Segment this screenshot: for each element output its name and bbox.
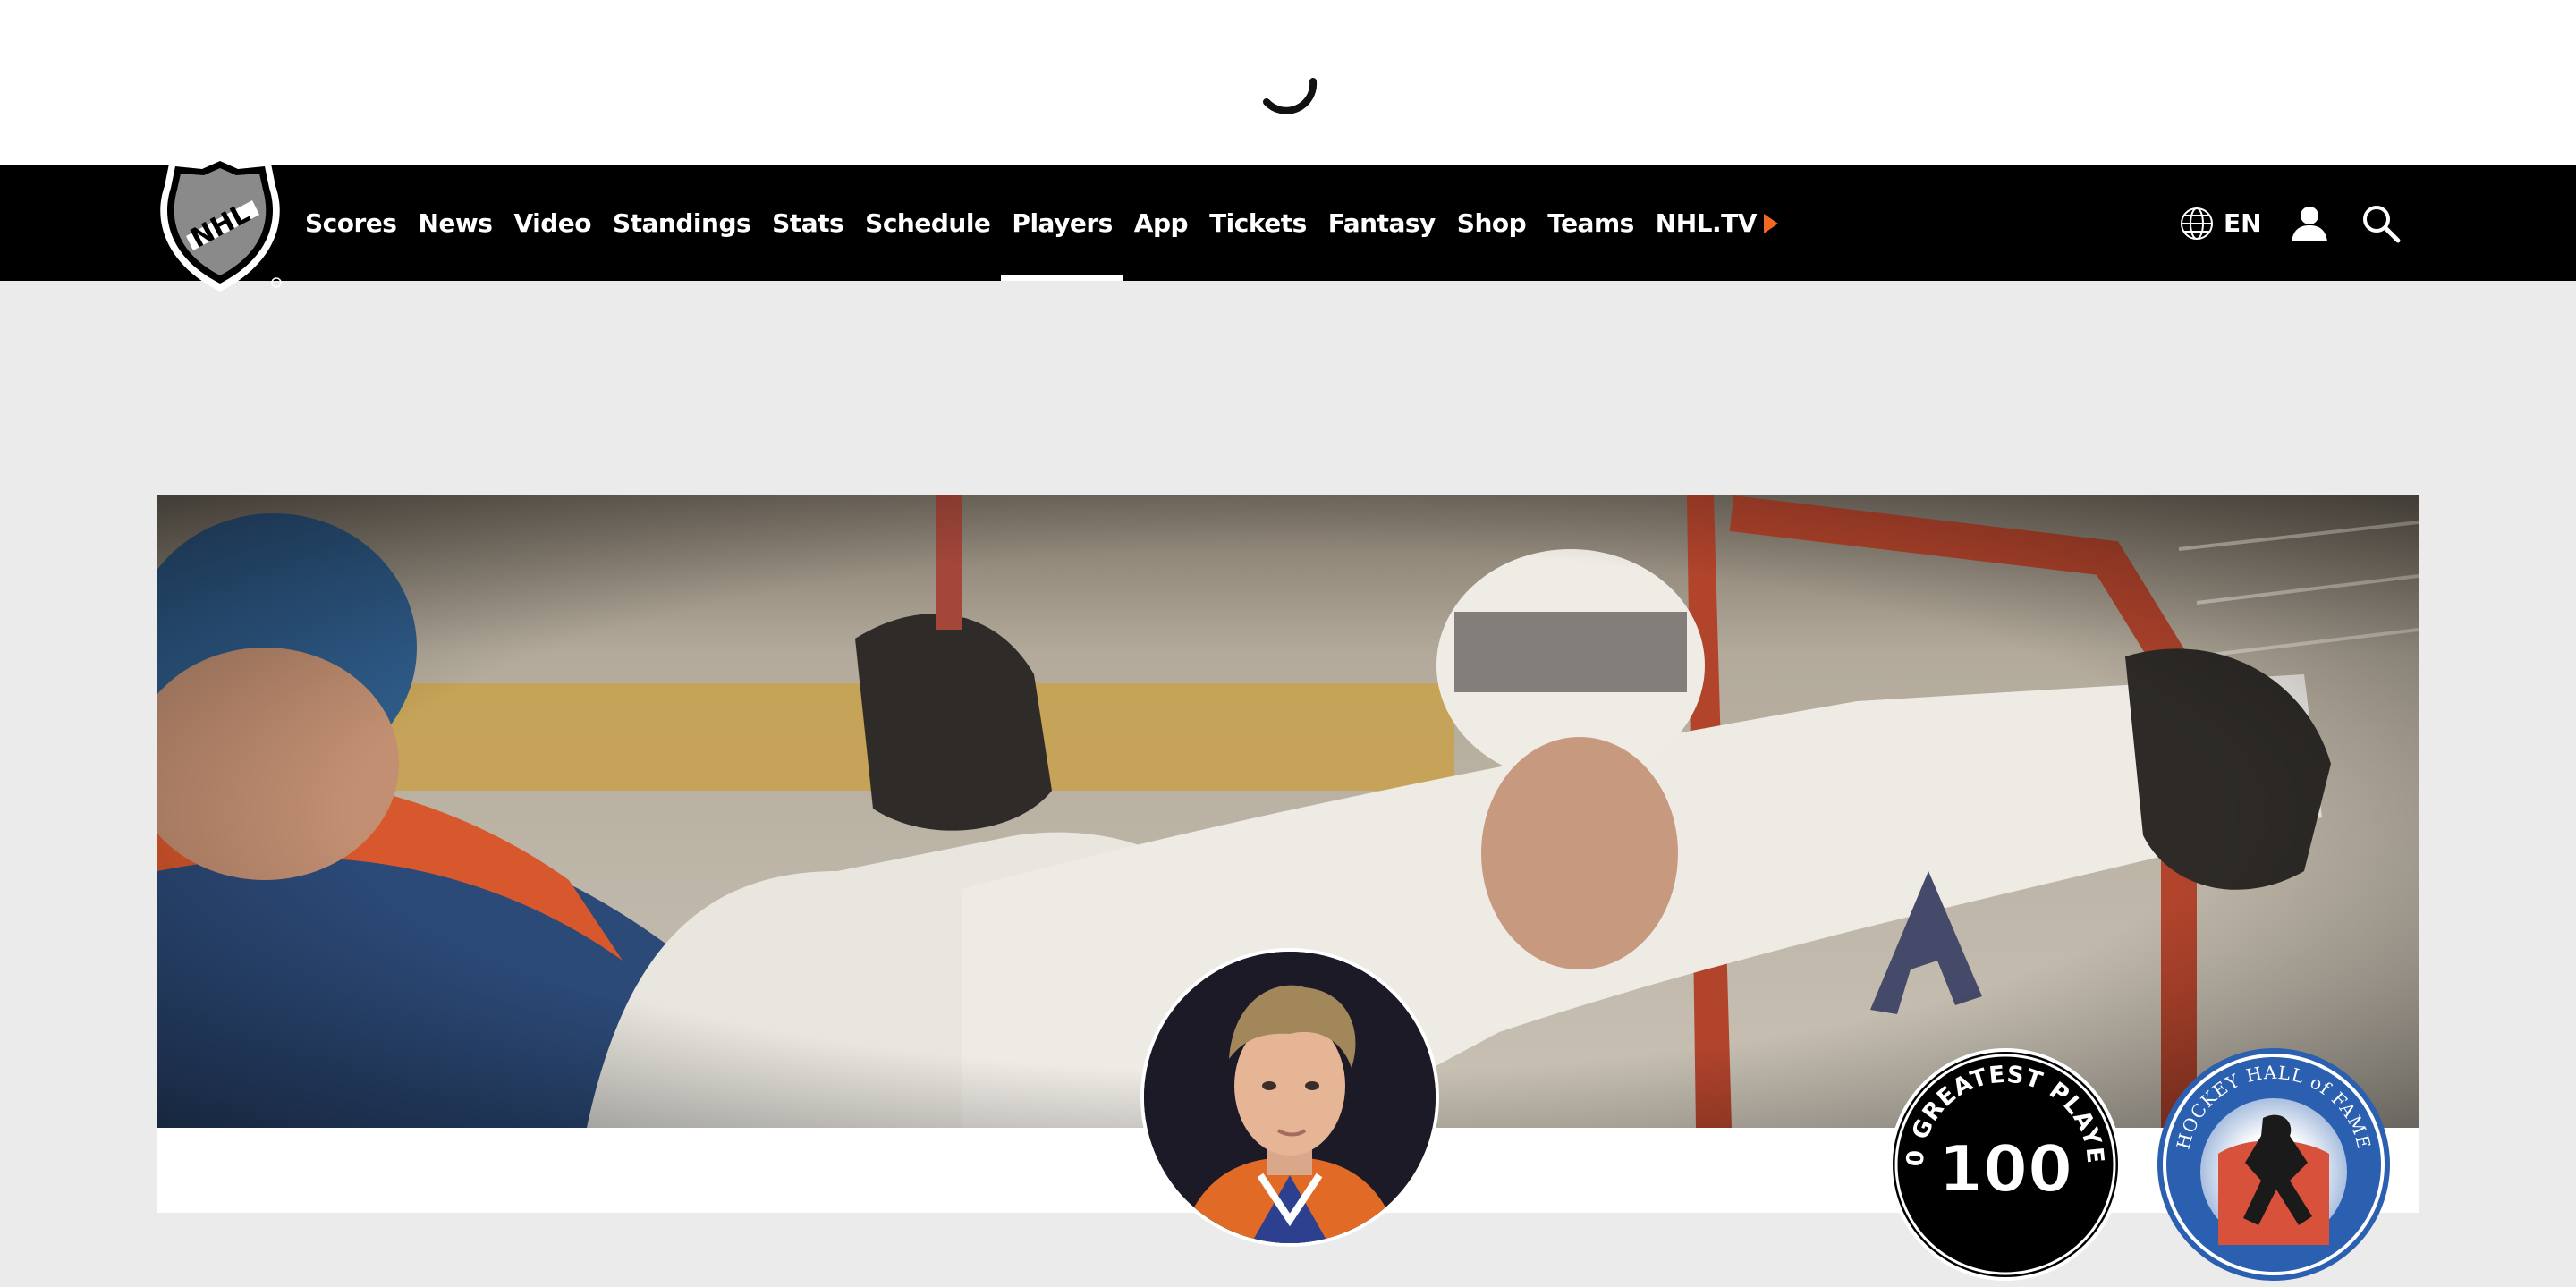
player-portrait <box>1144 952 1436 1243</box>
100-greatest-players-badge: 100 GREATEST PLAYERS 100 1917 2017 <box>1877 1026 2123 1283</box>
user-icon <box>2292 206 2327 241</box>
nav-tickets[interactable]: Tickets <box>1209 165 1307 281</box>
language-label: EN <box>2224 208 2262 238</box>
loading-spinner-icon <box>1263 78 1318 114</box>
nav-teams[interactable]: Teams <box>1547 165 1634 281</box>
nav-news[interactable]: News <box>418 165 492 281</box>
nav-players-label: Players <box>1012 208 1113 238</box>
search-button[interactable] <box>2361 165 2401 281</box>
nav-shop[interactable]: Shop <box>1456 165 1527 281</box>
globe-icon <box>2181 207 2213 240</box>
nav-fantasy-label: Fantasy <box>1327 208 1436 238</box>
nhl-logo[interactable]: NHL <box>154 150 286 295</box>
nav-video[interactable]: Video <box>513 165 591 281</box>
nav-scores-label: Scores <box>305 208 397 238</box>
nav-teams-label: Teams <box>1547 208 1634 238</box>
nav-video-label: Video <box>513 208 591 238</box>
nav-app-label: App <box>1133 208 1189 238</box>
nav-app[interactable]: App <box>1133 165 1189 281</box>
nav-tickets-label: Tickets <box>1209 208 1307 238</box>
hockey-hall-of-fame-badge: HOCKEY HALL of FAME <box>2156 1046 2392 1283</box>
nav-stats-label: Stats <box>772 208 844 238</box>
search-icon <box>2363 205 2401 242</box>
player-avatar <box>1140 948 1439 1247</box>
nav-stats[interactable]: Stats <box>772 165 844 281</box>
nav-standings[interactable]: Standings <box>612 165 751 281</box>
nav-nhltv-label: NHL.TV <box>1655 208 1758 238</box>
nav-news-label: News <box>418 208 493 238</box>
nav-nhltv[interactable]: NHL.TV <box>1656 165 1778 281</box>
badge-year-start: 1917 <box>1960 1193 1995 1207</box>
ad-banner-area <box>0 0 2576 165</box>
nav-schedule[interactable]: Schedule <box>865 165 991 281</box>
badge-year-end: 2017 <box>2019 1193 2054 1207</box>
nav-standings-label: Standings <box>612 208 751 238</box>
nav-fantasy[interactable]: Fantasy <box>1328 165 1436 281</box>
language-selector[interactable]: EN <box>2179 165 2262 281</box>
play-arrow-icon <box>1763 213 1778 233</box>
nav-scores[interactable]: Scores <box>305 165 397 281</box>
nav-menu: Scores News Video Standings Stats Schedu… <box>305 165 1800 281</box>
account-button[interactable] <box>2290 165 2329 281</box>
nav-players[interactable]: Players <box>1001 165 1124 281</box>
nav-schedule-label: Schedule <box>865 208 991 238</box>
nav-shop-label: Shop <box>1456 208 1527 238</box>
